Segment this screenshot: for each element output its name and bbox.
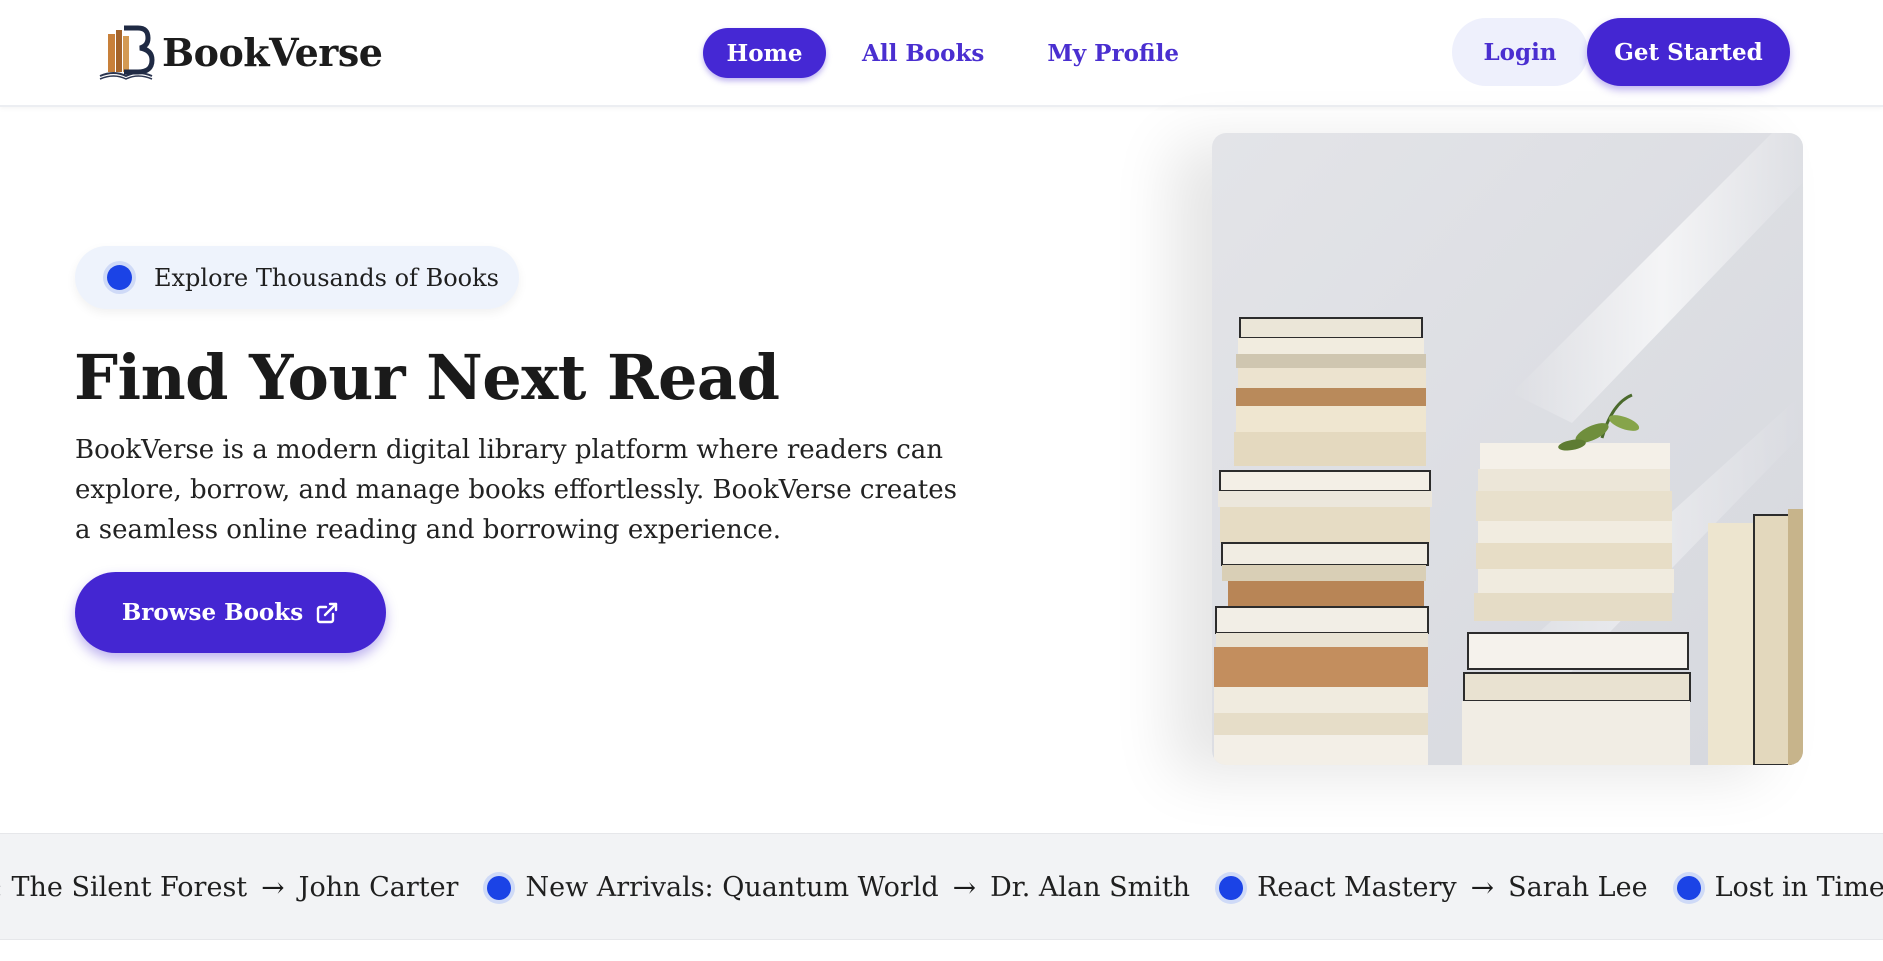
nav-my-profile[interactable]: My Profile — [1047, 28, 1179, 78]
badge-text: Explore Thousands of Books — [154, 263, 499, 292]
arrow-right-icon: → — [1470, 871, 1495, 904]
ticker-item[interactable]: Lost in Time → — [1648, 871, 1883, 904]
ticker-item[interactable]: React Mastery → Sarah Lee — [1190, 871, 1648, 904]
ticker-title: Lost in Time — [1714, 872, 1883, 903]
ticker-author: Dr. Alan Smith — [990, 872, 1191, 903]
arrow-right-icon: → — [952, 871, 977, 904]
book-logo-icon — [99, 25, 155, 80]
login-button[interactable]: Login — [1452, 18, 1588, 86]
ticker-item[interactable]: New Arrivals: Quantum World → Dr. Alan S… — [458, 871, 1190, 904]
top-navbar: BookVerse Home All Books My Profile Logi… — [0, 0, 1883, 107]
ticker-dot-icon — [487, 875, 512, 900]
badge-dot-icon — [107, 265, 132, 290]
nav-home[interactable]: Home — [703, 28, 826, 78]
ticker-track: vals: The Silent Forest → John Carter Ne… — [0, 834, 1883, 939]
arrow-right-icon: → — [261, 871, 285, 904]
nav-all-books[interactable]: All Books — [862, 28, 984, 78]
browse-books-button[interactable]: Browse Books — [75, 572, 386, 653]
hero-description: BookVerse is a modern digital library pl… — [75, 435, 957, 545]
ticker-author: Sarah Lee — [1508, 872, 1648, 903]
hero-books-image — [1212, 133, 1803, 765]
get-started-button[interactable]: Get Started — [1587, 18, 1790, 86]
browse-books-label: Browse Books — [121, 599, 304, 626]
ticker-dot-icon — [1676, 875, 1701, 900]
ticker-author: John Carter — [298, 872, 459, 903]
hero-title: Find Your Next Read — [74, 341, 780, 414]
main-nav: Home All Books My Profile — [703, 28, 1179, 78]
ticker-title: React Mastery — [1257, 872, 1457, 903]
ticker-dot-icon — [1219, 875, 1244, 900]
new-arrivals-ticker: vals: The Silent Forest → John Carter Ne… — [0, 833, 1883, 940]
brand-logo[interactable]: BookVerse — [94, 20, 383, 84]
hero-badge: Explore Thousands of Books — [75, 246, 519, 309]
brand-name: BookVerse — [162, 29, 383, 75]
external-link-icon — [316, 602, 338, 623]
ticker-title: New Arrivals: Quantum World — [525, 872, 939, 903]
books-stack-illustration — [1212, 133, 1803, 765]
ticker-title: vals: The Silent Forest — [0, 872, 248, 903]
ticker-item[interactable]: vals: The Silent Forest → John Carter — [0, 871, 458, 904]
